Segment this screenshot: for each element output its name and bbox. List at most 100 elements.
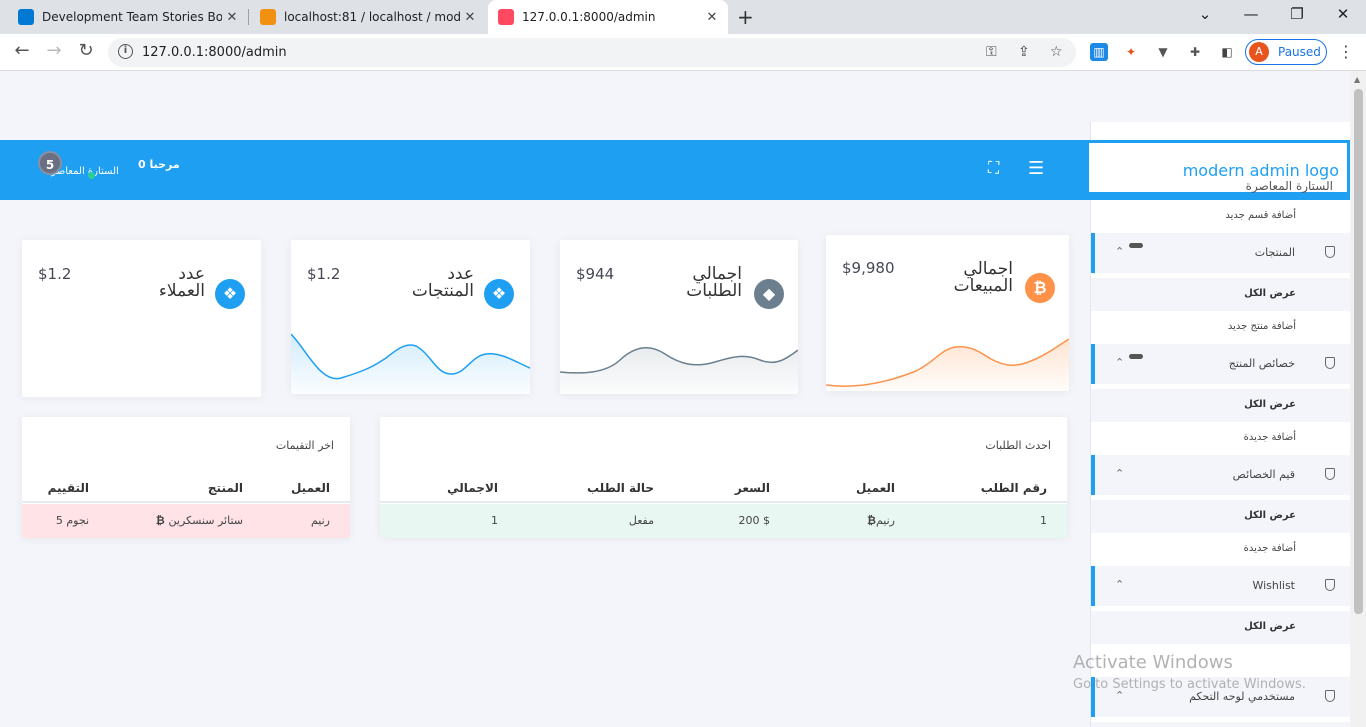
browser-tab[interactable]: Development Team Stories Board ✕ [8,0,248,34]
brand-name: الستارة المعاصرة [1245,179,1333,193]
products-sparkline [291,333,530,394]
extension-trello-icon[interactable]: ▥ [1090,43,1108,61]
key-icon[interactable]: ⚿ [986,44,997,60]
sidebar-item-label: عرض الكل [1244,288,1296,299]
browser-menu-icon[interactable]: ⋮ [1338,42,1354,61]
bitcoin-icon: ₿ [1025,273,1055,303]
stat-title-line2: المنتجات [411,281,474,301]
sidebar-section[interactable]: المنتجات ⌃ [1091,233,1351,273]
ethereum-icon: ◆ [754,279,784,309]
chevron-up-icon[interactable]: ⌃ [1115,467,1124,480]
back-icon[interactable]: ← [10,40,34,61]
reload-icon[interactable]: ↻ [74,40,98,61]
cell-status: مفعل [628,514,654,527]
minimize-icon[interactable]: — [1236,5,1266,23]
badge-pill [1129,354,1143,359]
extensions-puzzle-icon[interactable]: ✚ [1186,43,1204,61]
sales-sparkline [826,338,1069,391]
latest-orders-card: احدث الطلبات رقم الطلب العميل السعر حالة… [380,417,1067,538]
address-bar[interactable]: i 127.0.0.1:8000/admin ⚿ ⇪ ☆ [108,38,1076,67]
chevron-up-icon[interactable]: ⌃ [1115,245,1124,258]
close-window-icon[interactable]: ✕ [1328,5,1358,23]
orders-table-header: رقم الطلب العميل السعر حالة الطلب الاجما… [380,469,1067,503]
shield-icon [1325,690,1335,702]
cell-client: رنيم [310,514,330,527]
url-text[interactable]: 127.0.0.1:8000/admin [142,45,287,60]
sidebar-item-label: أضافة منتج جديد [1227,321,1296,332]
stat-title-line2: الطلبات [686,281,742,301]
tab-separator [248,9,249,25]
fullscreen-icon[interactable]: ⛶ [988,158,999,178]
stat-card-products: $1.2 عدد المنتجات ❖ [291,240,530,394]
welcome-text: مرحبا 0 [138,158,180,171]
sidebar-link[interactable]: عرض الكل [1091,278,1351,311]
ripple-icon: ❖ [484,279,514,309]
sidebar-item-label: أضافة قسم جديد [1225,210,1296,221]
chevron-up-icon[interactable]: ⌃ [1115,356,1124,369]
stat-title: اجمالي الطلبات [686,266,742,300]
col-client: العميل [290,481,330,495]
shield-icon [1325,468,1335,480]
browser-tab[interactable]: localhost:81 / localhost / modern ✕ [250,0,486,34]
stat-title: اجمالي المبيعات [954,261,1013,295]
sidebar-section[interactable]: Wishlist ⌃ [1091,566,1351,606]
sidebar-link[interactable]: عرض الكل [1091,722,1351,727]
stat-value: $9,980 [842,259,895,277]
sidebar-link[interactable]: أضافة منتج جديد [1091,311,1351,344]
maximize-icon[interactable]: ❐ [1282,5,1312,23]
share-icon[interactable]: ⇪ [1018,44,1030,60]
close-tab-icon[interactable]: ✕ [222,10,242,25]
bookmark-star-icon[interactable]: ☆ [1050,44,1063,60]
tab-title: Development Team Stories Board [42,10,222,24]
col-product: المنتج [207,481,243,495]
cell-rating: 5 نجوم [55,514,89,527]
sidebar-link[interactable]: عرض الكل [1091,389,1351,422]
stat-card-customers: $1.2 عدد العملاء ❖ [22,240,261,397]
col-price: السعر [734,481,770,495]
chevron-up-icon[interactable]: ⌃ [1115,578,1124,591]
sidebar-link[interactable]: أضافة قسم جديد [1091,200,1351,233]
latest-reviews-card: اخر التقيمات العميل المنتج التقييم رنيم … [22,417,350,538]
hamburger-menu-icon[interactable]: ☰ [1028,158,1044,179]
tab-search-icon[interactable]: ⌄ [1190,5,1220,23]
sidebar-item-label: أضافة جديدة [1243,432,1296,443]
sidebar-link[interactable]: عرض الكل [1091,500,1351,533]
new-tab-icon[interactable]: + [737,5,754,29]
table-row[interactable]: 1 ₿رنيم 200 $ مفعل 1 [380,504,1067,538]
side-panel-icon[interactable]: ◧ [1218,43,1236,61]
site-info-icon[interactable]: i [118,44,133,59]
page-content: أضافة قسم جديد المنتجات ⌃ عرض الكل أضافة منت… [0,71,1366,727]
col-status: حالة الطلب [586,481,654,495]
extension-v-icon[interactable]: ▼ [1154,43,1172,61]
sidebar-link[interactable]: أضافة جديدة [1091,533,1351,566]
sidebar-section[interactable]: خصائص المنتج ⌃ [1091,344,1351,384]
col-total: الاجمالي [447,481,498,495]
stat-value: $1.2 [38,265,72,283]
reviews-title: اخر التقيمات [275,439,334,452]
sidebar-section[interactable]: قيم الخصائص ⌃ [1091,455,1351,495]
brand-logo[interactable]: modern admin logo الستارة المعاصرة [1088,142,1348,193]
profile-button[interactable]: A Paused [1245,39,1327,65]
table-row[interactable]: رنيم ₿ ستائر سنسكرين 5 نجوم [22,504,350,538]
sidebar-link[interactable]: أضافة جديدة [1091,422,1351,455]
close-tab-icon[interactable]: ✕ [702,10,722,25]
extension-fox-icon[interactable]: ✦ [1122,43,1140,61]
cell-product: ₿ ستائر سنسكرين [156,514,243,527]
stat-title-line2: المبيعات [953,276,1013,296]
sidebar-link[interactable]: عرض الكل [1091,611,1351,644]
shield-icon [1325,579,1335,591]
browser-tab-active[interactable]: 127.0.0.1:8000/admin ✕ [488,0,728,34]
cell-price: 200 $ [738,514,771,527]
sidebar-item-label: أضافة جديدة [1243,543,1296,554]
scroll-up-icon[interactable]: ▲ [1354,75,1360,84]
forward-icon[interactable]: → [42,40,66,61]
page-scrollbar[interactable]: ▲ [1350,71,1366,727]
stat-value: $944 [576,265,615,283]
scrollbar-thumb[interactable] [1354,89,1363,614]
browser-toolbar: ← → ↻ i 127.0.0.1:8000/admin ⚿ ⇪ ☆ ▥ ✦ ▼… [0,34,1366,71]
shield-icon [1325,357,1335,369]
close-tab-icon[interactable]: ✕ [460,10,480,25]
notification-badge[interactable]: 5 [38,151,62,175]
stat-card-orders: $944 اجمالي الطلبات ◆ [560,240,798,394]
stat-title: عدد المنتجات [412,266,474,300]
